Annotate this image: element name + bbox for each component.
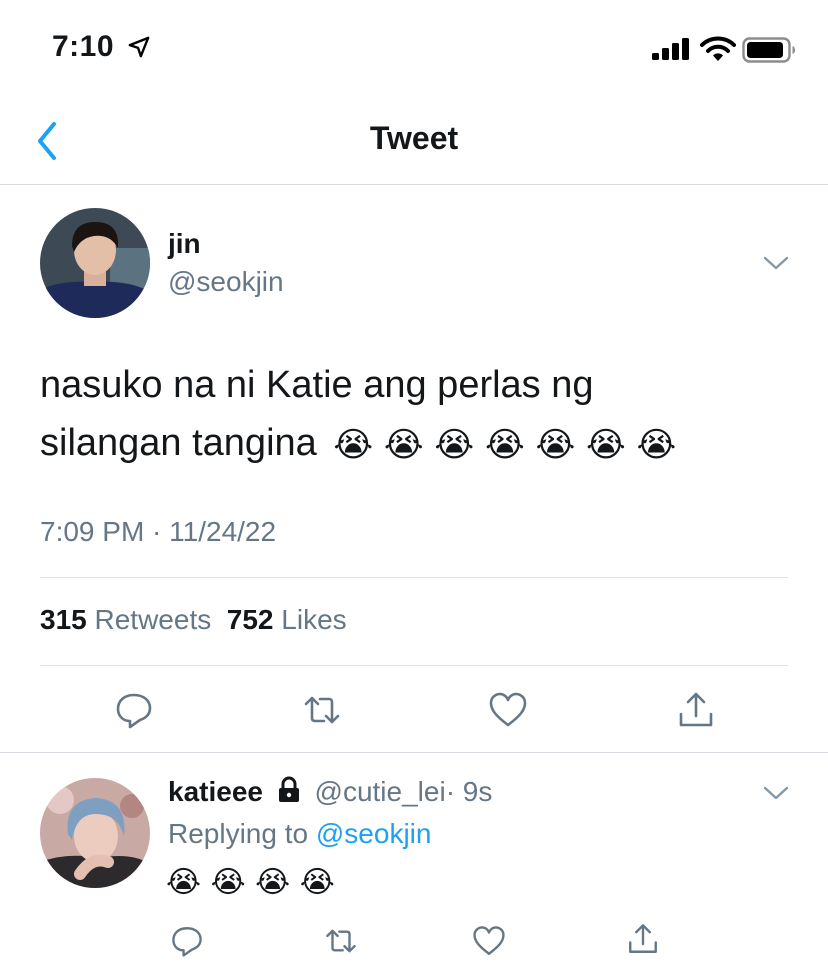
retweet-icon[interactable] [324, 924, 358, 958]
tweet-text-line-1: nasuko na ni Katie ang perlas ng [40, 364, 594, 406]
reply-time: · 9s [445, 776, 493, 807]
avatar[interactable] [40, 208, 150, 318]
replying-to-link[interactable]: @seokjin [316, 818, 432, 849]
page-title: Tweet [369, 120, 459, 156]
divider [40, 577, 788, 578]
status-time: 7:10 [52, 30, 115, 63]
likes-count[interactable]: 752 [227, 604, 274, 635]
reply-author-name[interactable]: katieee [168, 776, 263, 807]
reply-text: 😭 😭 😭 😭 [166, 866, 335, 900]
chevron-down-icon[interactable] [762, 784, 790, 802]
divider [40, 665, 788, 666]
likes-label[interactable]: Likes [281, 604, 346, 635]
share-icon[interactable] [676, 690, 716, 730]
tweet-stats: 315 Retweets 752 Likes [40, 604, 347, 636]
like-icon[interactable] [472, 924, 506, 958]
reply-icon[interactable] [170, 924, 204, 958]
location-arrow-icon [128, 36, 150, 58]
crying-emoji-row: 😭 😭 😭 😭 [166, 865, 335, 900]
tweet-timestamp: 7:09 PM · 11/24/22 [40, 516, 277, 547]
reply-avatar[interactable] [40, 778, 150, 888]
tweet-author-handle[interactable]: @seokjin [168, 266, 284, 298]
retweet-icon[interactable] [302, 690, 342, 730]
share-icon[interactable] [626, 922, 660, 956]
avatar-photo [40, 208, 150, 318]
like-icon[interactable] [488, 690, 528, 730]
signal-icon [652, 38, 689, 60]
reply-author-handle[interactable]: @cutie_lei [315, 776, 446, 807]
battery-icon [742, 37, 795, 63]
tweet-text-line-2: silangan tangina 😭 😭 😭 😭 😭 😭 😭 [40, 414, 800, 472]
divider [0, 752, 828, 753]
tweet-author-name[interactable]: jin [168, 228, 201, 260]
lock-icon [278, 776, 299, 802]
avatar-photo [40, 778, 150, 888]
reply-header: katieee @cutie_lei· 9s [168, 776, 492, 808]
retweets-count[interactable]: 315 [40, 604, 87, 635]
tweet-text-words: silangan tangina [40, 422, 317, 464]
nav-divider [0, 184, 828, 185]
wifi-icon [700, 36, 736, 61]
tweet-text: nasuko na ni Katie ang perlas ng silanga… [40, 356, 800, 472]
replying-to-prefix: Replying to [168, 818, 309, 849]
chevron-down-icon[interactable] [762, 254, 790, 272]
crying-emoji-row: 😭 😭 😭 😭 😭 😭 😭 [333, 424, 677, 465]
reply-icon[interactable] [114, 690, 154, 730]
retweets-label[interactable]: Retweets [95, 604, 212, 635]
replying-to-line: Replying to @seokjin [168, 818, 431, 850]
